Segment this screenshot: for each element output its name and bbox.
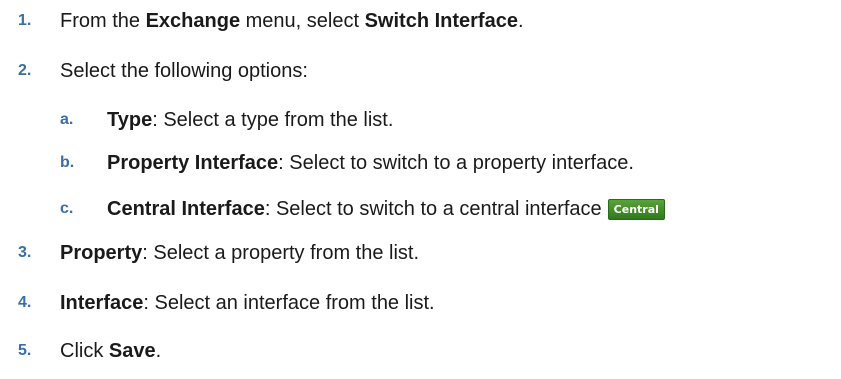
option-description: : Select to switch to a central interfac… — [264, 198, 602, 220]
procedure-steps: 1. From the Exchange menu, select Switch… — [0, 0, 841, 379]
substep-letter: a. — [60, 111, 74, 128]
substep-letter: b. — [60, 154, 75, 171]
step-number: 3. — [18, 244, 32, 261]
step-text: Interface: Select an interface from the … — [60, 291, 435, 315]
step-text: Select the following options: — [60, 60, 308, 82]
step-number: 5. — [18, 342, 32, 359]
step-text-part: From the — [60, 10, 146, 32]
option-term: Central Interface — [107, 198, 265, 220]
step-text-part: . — [517, 10, 524, 32]
substep-text: Type: Select a type from the list. — [107, 108, 393, 132]
menu-name: Exchange — [145, 10, 241, 32]
button-name: Save — [108, 340, 156, 362]
step-number: 1. — [18, 12, 32, 29]
step-number: 4. — [18, 294, 32, 311]
step-text-part: Click — [60, 340, 109, 362]
field-description: : Select a property from the list. — [142, 242, 420, 264]
substep-text: Central Interface: Select to switch to a… — [107, 197, 665, 221]
option-term: Property Interface — [107, 152, 279, 174]
substep-text: Property Interface: Select to switch to … — [107, 151, 634, 175]
step-text-part: . — [155, 340, 162, 362]
step-number: 2. — [18, 62, 32, 79]
option-term: Type — [107, 109, 153, 131]
field-term: Property — [60, 242, 143, 264]
step-text-part: menu, select — [240, 10, 365, 32]
central-badge-icon: Central — [607, 199, 665, 220]
option-description: : Select a type from the list. — [152, 109, 394, 131]
step-text: Click Save. — [60, 339, 161, 363]
option-description: : Select to switch to a property interfa… — [278, 152, 634, 174]
field-term: Interface — [60, 292, 144, 314]
command-name: Switch Interface — [364, 10, 518, 32]
substep-letter: c. — [60, 200, 74, 217]
step-text: Property: Select a property from the lis… — [60, 241, 419, 265]
field-description: : Select an interface from the list. — [143, 292, 435, 314]
step-text: From the Exchange menu, select Switch In… — [60, 9, 524, 33]
